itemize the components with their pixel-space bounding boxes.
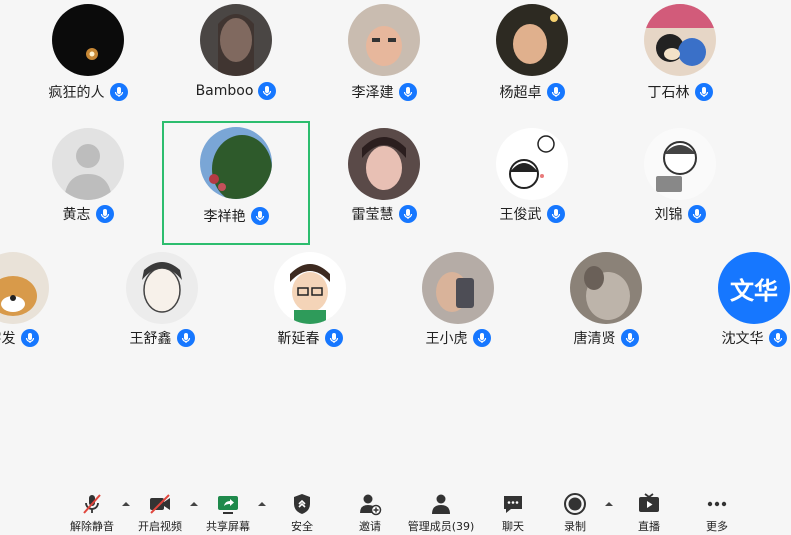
manage-members-button[interactable]: 管理成员(39) [408,488,474,535]
participant-name: 唐清贤 [573,331,616,347]
participant-tile[interactable]: 雷莹慧 [309,122,459,244]
chat-icon [504,496,522,513]
participant-tile[interactable]: 王俊武 [457,122,607,244]
avatar [348,128,420,200]
participant-tile[interactable]: 李泽建 [309,0,459,122]
avatar [348,4,420,76]
start-video-button[interactable]: 开启视频 [128,488,192,535]
more-icon [707,501,727,507]
participant-tile[interactable]: 靳延春 [235,246,385,368]
chevron-up-icon[interactable] [604,500,614,508]
live-stream-button[interactable]: 直播 [617,488,681,535]
participant-tile[interactable]: 字发 [0,246,88,368]
avatar [52,4,124,76]
avatar [52,128,124,200]
participant-tile[interactable]: 王小虎 [383,246,533,368]
share-screen-icon [218,496,238,514]
participant-name: 疯狂的人 [48,85,105,101]
invite-button[interactable]: 邀请 [338,488,402,535]
avatar [126,252,198,324]
microphone-icon [20,329,39,347]
share-screen-button[interactable]: 共享屏幕 [196,488,260,535]
record-icon [564,493,586,515]
microphone-icon [546,83,565,101]
avatar [496,128,568,200]
record-label: 录制 [564,520,586,533]
participant-tile[interactable]: 杨超卓 [457,0,607,122]
avatar [644,4,716,76]
participant-name: 雷莹慧 [351,207,394,223]
microphone-icon [694,83,713,101]
add-user-icon [360,494,382,516]
avatar [274,252,346,324]
participant-tile-active[interactable]: 李祥艳 [162,121,310,245]
microphone-icon [258,82,277,100]
participant-name: 字发 [0,331,16,347]
more-label: 更多 [706,520,728,533]
participant-name: Bamboo [195,83,254,99]
participant-name: 李祥艳 [203,209,246,225]
avatar [0,252,49,324]
chevron-up-icon[interactable] [257,500,267,508]
participant-tile[interactable]: 唐清贤 [531,246,681,368]
more-button[interactable]: 更多 [685,488,749,535]
video-off-icon [150,494,170,514]
microphone-icon [472,329,491,347]
participant-name: 王小虎 [425,331,468,347]
meeting-toolbar: 解除静音 开启视频 共享屏幕 安全 邀请 管理成员(39) 聊天 录制 直播 更… [0,488,791,535]
avatar: 文华 [718,252,790,324]
microphone-icon [398,205,417,223]
microphone-icon [176,329,195,347]
microphone-icon [620,329,639,347]
microphone-icon [768,329,787,347]
avatar [422,252,494,324]
participant-name: 黄志 [62,207,91,223]
share-screen-label: 共享屏幕 [206,520,250,533]
avatar [644,128,716,200]
microphone-icon [250,207,269,225]
participant-tile[interactable]: 疯狂的人 [13,0,163,122]
participant-name: 沈文华 [721,331,764,347]
participant-name: 丁石林 [647,85,690,101]
users-icon [432,494,450,514]
participant-tile[interactable]: 黄志 [13,122,163,244]
participant-tile[interactable]: Bamboo [161,0,311,122]
security-button[interactable]: 安全 [270,488,334,535]
participant-tile[interactable]: 文华 沈文华 [679,246,791,368]
participant-name: 刘锦 [654,207,683,223]
microphone-muted-icon [83,494,101,514]
microphone-icon [687,205,706,223]
participant-name: 王俊武 [499,207,542,223]
participant-tile[interactable]: 丁石林 [605,0,755,122]
microphone-icon [95,205,114,223]
shield-icon [294,494,310,514]
microphone-icon [324,329,343,347]
participant-name: 李泽建 [351,85,394,101]
participant-name: 王舒鑫 [129,331,172,347]
live-stream-icon [639,493,659,512]
participant-name: 杨超卓 [499,85,542,101]
microphone-icon [546,205,565,223]
record-button[interactable]: 录制 [543,488,607,535]
microphone-icon [109,83,128,101]
avatar [570,252,642,324]
avatar [200,127,272,199]
participant-tile[interactable]: 王舒鑫 [87,246,237,368]
avatar [496,4,568,76]
unmute-button[interactable]: 解除静音 [60,488,124,535]
avatar [200,4,272,76]
participant-name: 靳延春 [277,331,320,347]
participant-tile[interactable]: 刘锦 [605,122,755,244]
microphone-icon [398,83,417,101]
